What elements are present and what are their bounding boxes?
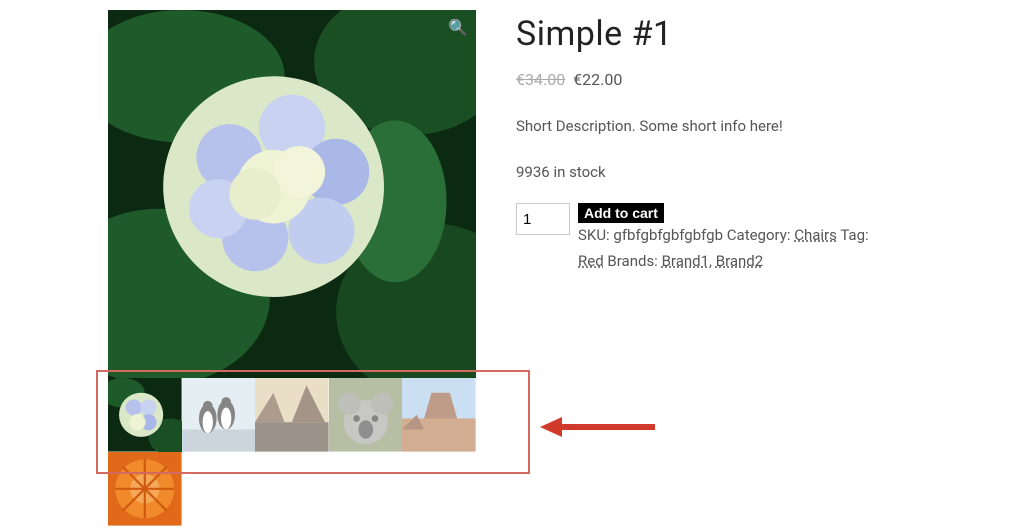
add-to-cart-button[interactable]: Add to cart (578, 203, 664, 223)
stock-text: 9936 in stock (516, 163, 1024, 181)
category-label: Category: (727, 226, 791, 244)
brand1-link[interactable]: Brand1 (662, 252, 709, 270)
next-product-preview[interactable] (108, 452, 182, 526)
product-summary: Simple #1 €34.00 €22.00 Short Descriptio… (476, 10, 1024, 452)
brands-label: Brands: (607, 252, 657, 270)
short-description: Short Description. Some short info here! (516, 117, 1024, 135)
add-to-cart-row: Add to cart SKU: gfbfgbfgbfgbfgb Categor… (516, 203, 1024, 274)
product-container: 🔍 Simple # (0, 10, 1024, 452)
zoom-icon[interactable]: 🔍 (448, 18, 468, 37)
product-gallery: 🔍 (108, 10, 476, 452)
product-title: Simple #1 (516, 14, 1024, 54)
thumbnail-strip (108, 378, 476, 452)
thumbnail-desert-mesa[interactable] (402, 378, 476, 452)
category-link[interactable]: Chairs (794, 226, 837, 244)
sku-label: SKU: (578, 226, 610, 244)
thumbnail-penguins[interactable] (182, 378, 256, 452)
tag-label: Tag: (840, 226, 868, 244)
thumbnail-hydrangea[interactable] (108, 378, 182, 452)
sku-value: gfbfgbfgbfgbfgb (613, 226, 723, 244)
thumbnail-koala[interactable] (329, 378, 403, 452)
product-meta: SKU: gfbfgbfgbfgbfgb Category: Chairs Ta… (578, 223, 869, 274)
main-product-image[interactable]: 🔍 (108, 10, 476, 378)
thumbnail-sunset-cliff[interactable] (255, 378, 329, 452)
product-price: €34.00 €22.00 (516, 70, 1024, 89)
tag-link[interactable]: Red (578, 252, 604, 270)
quantity-input[interactable] (516, 203, 570, 235)
brand2-link[interactable]: Brand2 (716, 252, 763, 270)
